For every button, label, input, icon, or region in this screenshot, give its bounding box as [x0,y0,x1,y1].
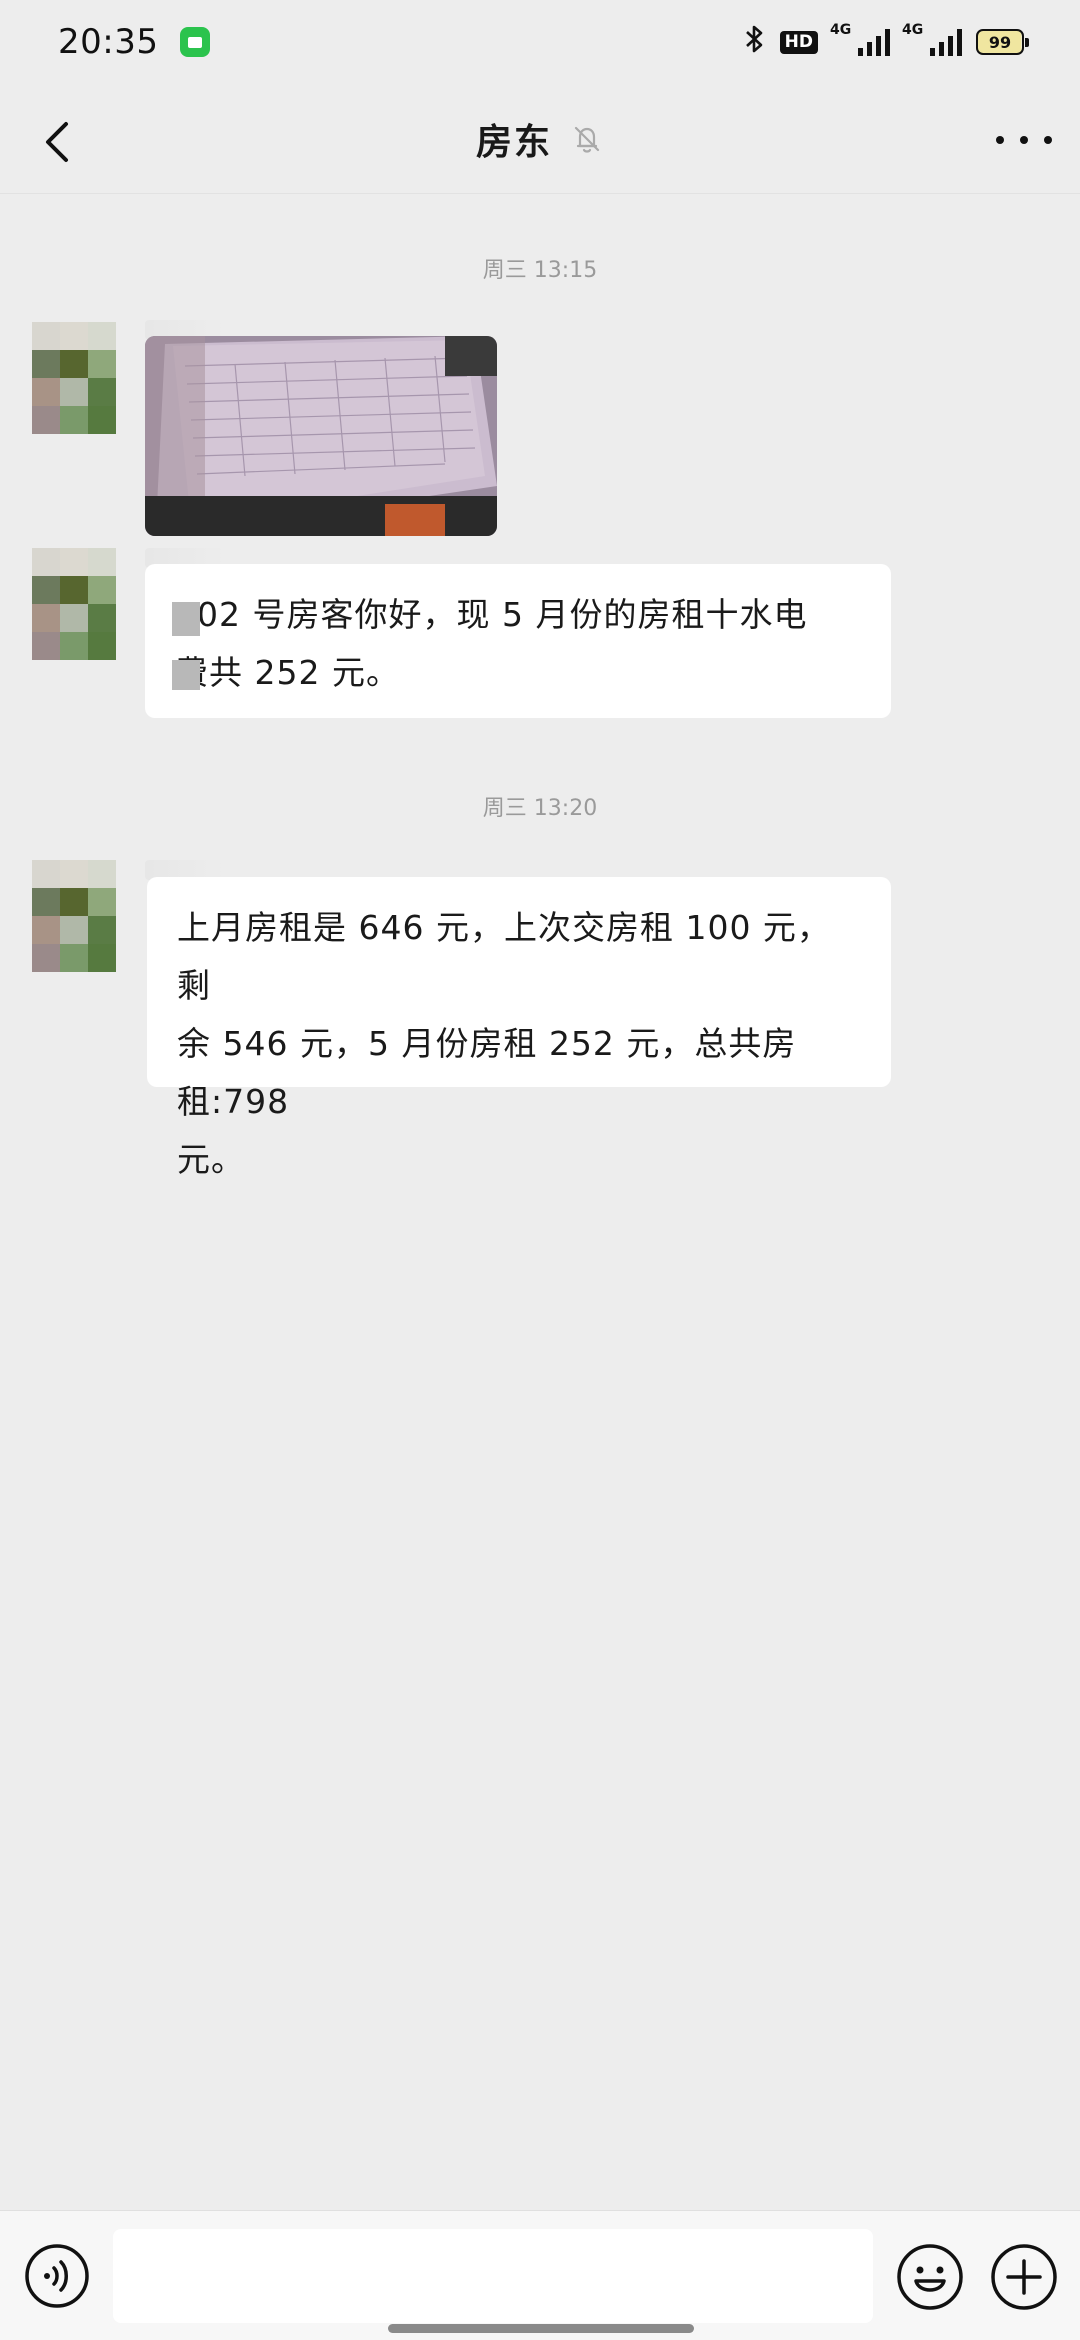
more-button[interactable] [996,118,1052,162]
chat-input-bar [0,2210,1080,2340]
network-type-label-2: 4G [902,22,924,38]
status-time: 20:35 [58,22,159,62]
voice-input-button[interactable] [24,2243,90,2309]
message-line: 元。 [177,1140,245,1179]
battery-level: 99 [988,32,1012,52]
status-icons: HD 4G 4G 99 [744,22,1029,60]
hd-voice-icon: HD [779,30,818,54]
bluetooth-icon [744,24,766,60]
message-line: 402 号房客你好，现 5 月份的房租十水电 [175,595,808,634]
plus-icon [991,2244,1057,2310]
home-indicator[interactable] [388,2324,694,2333]
chat-title: 房东 [475,121,552,163]
mute-bell-icon [574,126,600,153]
emoji-button[interactable] [896,2243,964,2311]
network-type-label: 4G [830,22,852,38]
redaction-block [172,602,200,636]
more-functions-button[interactable] [990,2243,1058,2311]
message-line: 余 546 元，5 月份房租 252 元，总共房租:798 [177,1024,797,1121]
emoji-icon [897,2244,963,2310]
text-message-bubble[interactable]: 上月房租是 646 元，上次交房租 100 元，剩 余 546 元，5 月份房租… [147,877,891,1179]
message-line: 费共 252 元。 [175,653,400,692]
avatar[interactable] [32,548,116,660]
message-input[interactable] [113,2229,873,2323]
avatar[interactable] [32,860,116,972]
message-timestamp: 周三 13:20 [482,796,598,821]
status-bar: 20:35 HD 4G 4G 99 [0,0,1080,84]
battery-icon: 99 [976,29,1029,55]
signal-strength-icon-2: 4G [902,22,962,56]
more-dots-icon [996,136,1004,144]
avatar[interactable] [32,322,116,434]
redaction-block [172,660,200,690]
back-button[interactable] [30,112,90,172]
chat-title-wrap: 房东 [476,113,604,165]
back-chevron-icon [46,122,68,162]
photo-thumbnail [145,336,497,536]
text-message-bubble[interactable]: 402 号房客你好，现 5 月份的房租十水电 费共 252 元。 [145,564,891,718]
voice-input-icon [25,2244,89,2308]
chat-header: 房东 [0,84,1080,194]
image-message[interactable] [145,336,497,536]
message-app-icon [180,27,211,57]
signal-strength-icon: 4G [830,22,890,56]
message-line: 上月房租是 646 元，上次交房租 100 元，剩 [177,908,831,1005]
message-timestamp: 周三 13:15 [482,258,598,283]
